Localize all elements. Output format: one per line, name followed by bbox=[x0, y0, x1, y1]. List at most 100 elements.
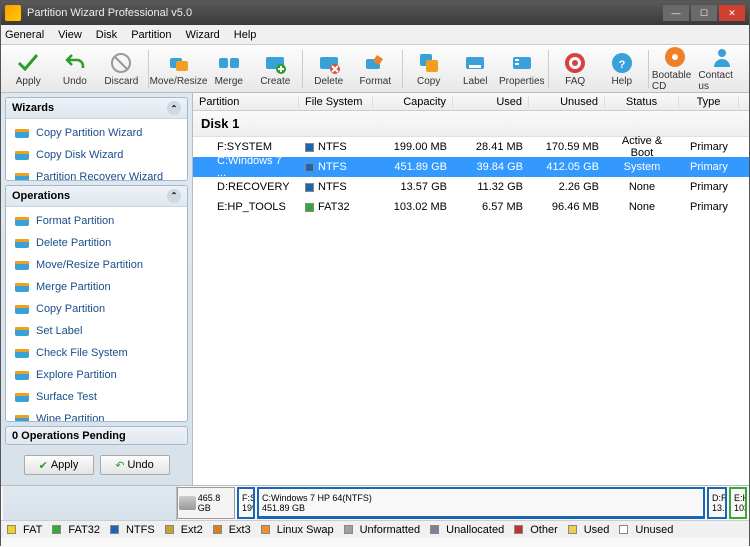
disk-map: 465.8 GB F:S199C:Windows 7 HP 64(NTFS)45… bbox=[177, 487, 747, 519]
label-icon bbox=[463, 51, 487, 75]
disk-info[interactable]: 465.8 GB bbox=[177, 487, 235, 519]
column-file-system[interactable]: File System bbox=[299, 96, 373, 108]
op-copy-disk-wizard[interactable]: Copy Disk Wizard bbox=[8, 144, 185, 166]
partition-icon bbox=[14, 301, 30, 317]
legend-ntfs: NTFS bbox=[110, 524, 155, 536]
disk-segment[interactable]: C:Windows 7 HP 64(NTFS)451.89 GB bbox=[257, 487, 705, 519]
panel-header-pending[interactable]: 0 Operations Pending bbox=[6, 427, 187, 445]
column-type[interactable]: Type bbox=[679, 96, 739, 108]
legend-ext3: Ext3 bbox=[213, 524, 251, 536]
partition-icon bbox=[14, 125, 30, 141]
disk-icon bbox=[179, 496, 196, 510]
toolbar-undo[interactable]: Undo bbox=[52, 47, 99, 91]
toolbar-apply[interactable]: Apply bbox=[5, 47, 52, 91]
toolbar-merge[interactable]: Merge bbox=[206, 47, 253, 91]
resize-icon bbox=[167, 51, 191, 75]
chevron-up-icon[interactable]: ⌃ bbox=[167, 101, 181, 115]
disk-segment[interactable]: D:R13. bbox=[707, 487, 727, 519]
legend-unallocated: Unallocated bbox=[430, 524, 504, 536]
partition-row[interactable]: D:RECOVERYNTFS13.57 GB11.32 GB2.26 GBNon… bbox=[193, 177, 749, 197]
panel-header-operations[interactable]: Operations ⌃ bbox=[6, 186, 187, 207]
toolbar: ApplyUndoDiscardMove/ResizeMergeCreateDe… bbox=[1, 45, 749, 93]
op-set-label[interactable]: Set Label bbox=[8, 320, 185, 342]
toolbar-faq[interactable]: FAQ bbox=[552, 47, 599, 91]
op-check-file-system[interactable]: Check File System bbox=[8, 342, 185, 364]
toolbar-delete[interactable]: Delete bbox=[305, 47, 352, 91]
op-format-partition[interactable]: Format Partition bbox=[8, 210, 185, 232]
menu-view[interactable]: View bbox=[58, 29, 82, 41]
toolbar-bootable-cd[interactable]: Bootable CD bbox=[652, 47, 699, 91]
partition-icon bbox=[14, 389, 30, 405]
partition-row[interactable]: E:HP_TOOLSFAT32103.02 MB6.57 MB96.46 MBN… bbox=[193, 197, 749, 217]
partition-row[interactable]: F:SYSTEMNTFS199.00 MB28.41 MB170.59 MBAc… bbox=[193, 137, 749, 157]
toolbar-move-resize[interactable]: Move/Resize bbox=[152, 47, 206, 91]
menu-general[interactable]: General bbox=[5, 29, 44, 41]
legend-unformatted: Unformatted bbox=[344, 524, 421, 536]
check-icon bbox=[16, 51, 40, 75]
op-explore-partition[interactable]: Explore Partition bbox=[8, 364, 185, 386]
copy-icon bbox=[417, 51, 441, 75]
column-status[interactable]: Status bbox=[605, 96, 679, 108]
op-copy-partition-wizard[interactable]: Copy Partition Wizard bbox=[8, 122, 185, 144]
column-partition[interactable]: Partition bbox=[193, 96, 299, 108]
legend-used: Used bbox=[568, 524, 610, 536]
minimize-button[interactable]: — bbox=[663, 5, 689, 21]
partition-icon bbox=[14, 411, 30, 423]
undo-button[interactable]: ↶Undo bbox=[100, 455, 170, 475]
toolbar-label[interactable]: Label bbox=[452, 47, 499, 91]
main-area: PartitionFile SystemCapacityUsedUnusedSt… bbox=[193, 93, 749, 485]
toolbar-discard[interactable]: Discard bbox=[98, 47, 145, 91]
op-copy-partition[interactable]: Copy Partition bbox=[8, 298, 185, 320]
disk-header[interactable]: Disk 1 bbox=[193, 111, 749, 137]
menu-disk[interactable]: Disk bbox=[96, 29, 117, 41]
column-unused[interactable]: Unused bbox=[529, 96, 605, 108]
menu-wizard[interactable]: Wizard bbox=[186, 29, 220, 41]
partition-icon bbox=[14, 257, 30, 273]
legend-fat: FAT bbox=[7, 524, 42, 536]
disk-segment[interactable]: E:H103 bbox=[729, 487, 747, 519]
panel-title: Operations bbox=[12, 190, 70, 202]
partition-icon bbox=[14, 147, 30, 163]
legend-unused: Unused bbox=[619, 524, 673, 536]
column-used[interactable]: Used bbox=[453, 96, 529, 108]
partition-row[interactable]: C:Windows 7 ...NTFS451.89 GB39.84 GB412.… bbox=[193, 157, 749, 177]
toolbar-help[interactable]: ?Help bbox=[598, 47, 645, 91]
maximize-button[interactable]: ☐ bbox=[691, 5, 717, 21]
contact-icon bbox=[710, 45, 734, 69]
partition-icon bbox=[14, 169, 30, 181]
cd-icon bbox=[663, 45, 687, 69]
format-icon bbox=[363, 51, 387, 75]
panel-title: 0 Operations Pending bbox=[12, 430, 126, 442]
help-icon: ? bbox=[610, 51, 634, 75]
panel-title: Wizards bbox=[12, 102, 54, 114]
toolbar-copy[interactable]: Copy bbox=[405, 47, 452, 91]
toolbar-contact-us[interactable]: Contact us bbox=[698, 47, 745, 91]
apply-button[interactable]: ✔Apply bbox=[24, 455, 94, 475]
window-title: Partition Wizard Professional v5.0 bbox=[27, 7, 663, 19]
chevron-up-icon[interactable]: ⌃ bbox=[167, 189, 181, 203]
partition-icon bbox=[14, 279, 30, 295]
menu-help[interactable]: Help bbox=[234, 29, 257, 41]
faq-icon bbox=[563, 51, 587, 75]
op-surface-test[interactable]: Surface Test bbox=[8, 386, 185, 408]
toolbar-properties[interactable]: Properties bbox=[499, 47, 546, 91]
undo-icon bbox=[63, 51, 87, 75]
column-capacity[interactable]: Capacity bbox=[373, 96, 453, 108]
op-partition-recovery-wizard[interactable]: Partition Recovery Wizard bbox=[8, 166, 185, 181]
op-wipe-partition[interactable]: Wipe Partition bbox=[8, 408, 185, 423]
legend-ext2: Ext2 bbox=[165, 524, 203, 536]
panel-header-wizards[interactable]: Wizards ⌃ bbox=[6, 98, 187, 119]
op-move-resize-partition[interactable]: Move/Resize Partition bbox=[8, 254, 185, 276]
props-icon bbox=[510, 51, 534, 75]
panel-pending: 0 Operations Pending bbox=[5, 426, 188, 445]
toolbar-create[interactable]: Create bbox=[252, 47, 299, 91]
close-button[interactable]: ✕ bbox=[719, 5, 745, 21]
op-merge-partition[interactable]: Merge Partition bbox=[8, 276, 185, 298]
app-icon bbox=[5, 5, 21, 21]
op-delete-partition[interactable]: Delete Partition bbox=[8, 232, 185, 254]
toolbar-format[interactable]: Format bbox=[352, 47, 399, 91]
sidebar: Wizards ⌃ Copy Partition WizardCopy Disk… bbox=[1, 93, 193, 485]
menu-partition[interactable]: Partition bbox=[131, 29, 171, 41]
disk-segment[interactable]: F:S199 bbox=[237, 487, 255, 519]
undo-icon: ↶ bbox=[115, 459, 124, 472]
